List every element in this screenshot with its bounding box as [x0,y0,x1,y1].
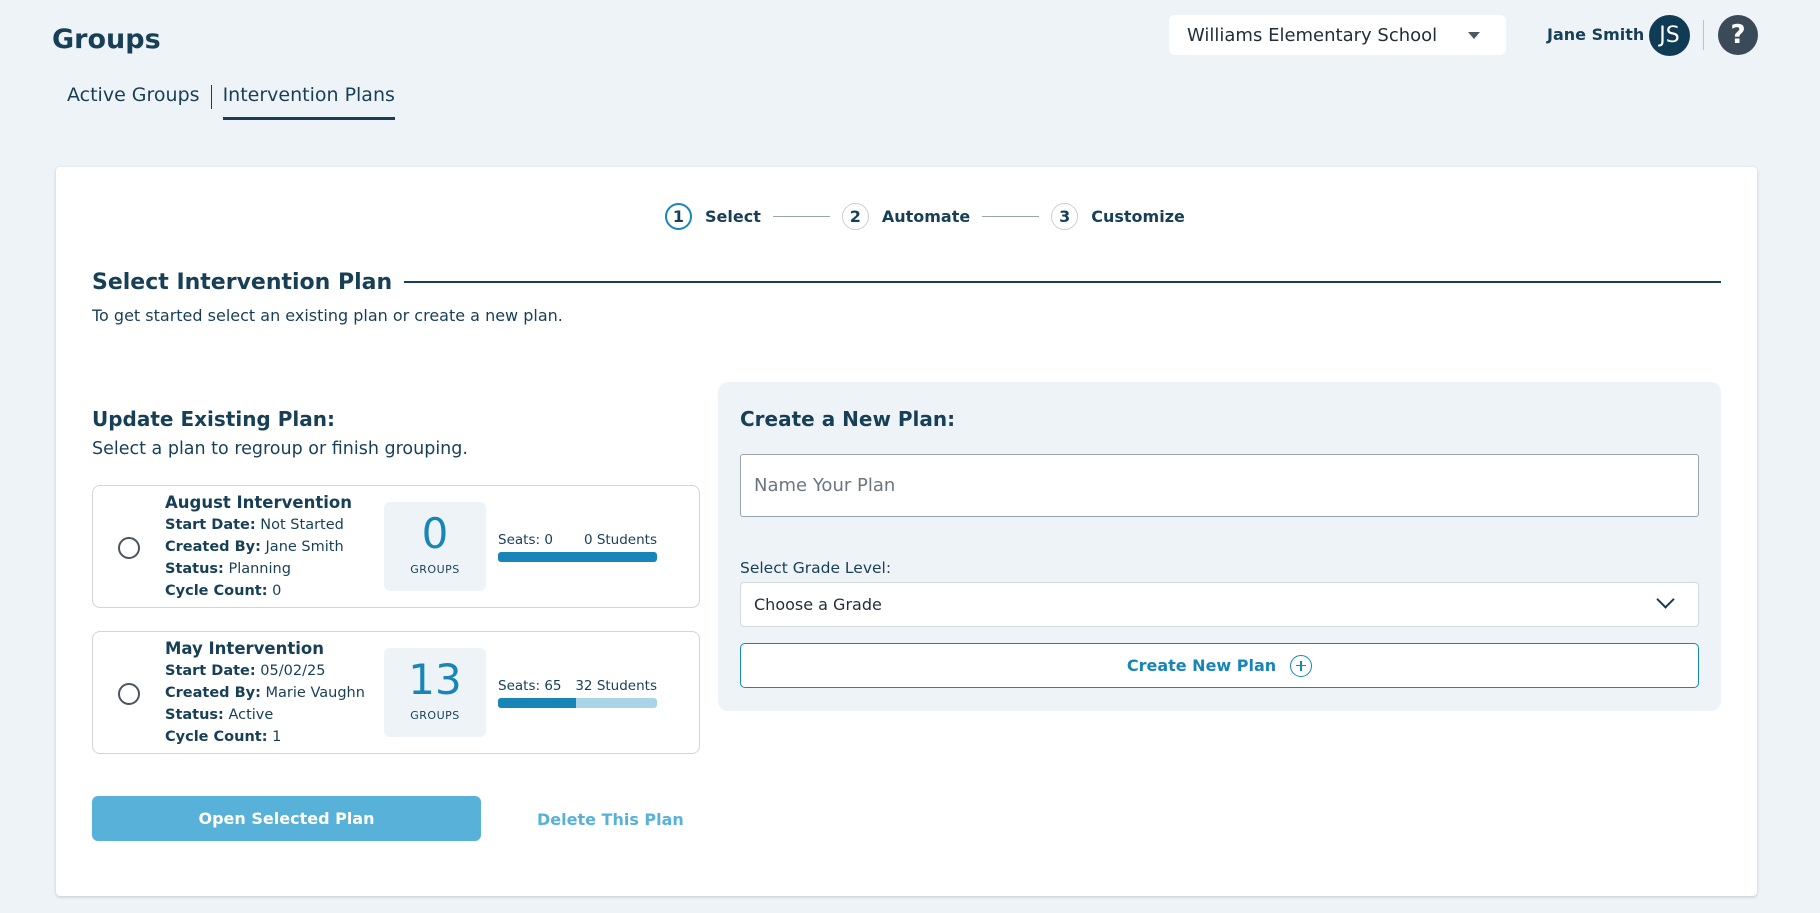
plan-field-value: Active [228,707,274,723]
plan-card-may[interactable]: May Intervention Start Date: 05/02/25 Cr… [92,631,700,754]
plan-info: August Intervention Start Date: Not Star… [165,492,352,602]
step-connector [772,216,830,217]
plan-field-value: 05/02/25 [260,663,326,679]
seats-progress-bar [498,698,657,708]
plan-field-label: Start Date: [165,517,256,533]
step-number: 3 [1051,203,1079,230]
groups-count-box: 0 GROUPS [384,502,486,591]
update-plan-description: Select a plan to regroup or finish group… [92,439,468,459]
plan-field-value: Jane Smith [265,539,344,555]
groups-label: GROUPS [410,709,460,722]
tab-intervention-plans[interactable]: Intervention Plans [222,84,396,120]
seats-progress-fill [498,698,576,708]
school-select[interactable]: Williams Elementary School [1169,15,1506,55]
plan-cycle-count: Cycle Count: 1 [165,726,365,748]
plan-start-date: Start Date: Not Started [165,514,352,536]
tab-bar: Active Groups Intervention Plans [67,84,396,120]
seats-progress-bar [498,552,657,562]
main-card: 1 Select 2 Automate 3 Customize Select I… [56,167,1757,896]
plan-field-label: Start Date: [165,663,256,679]
create-new-plan-button[interactable]: Create New Plan [740,643,1699,688]
plan-field-label: Created By: [165,685,261,701]
user-name[interactable]: Jane Smith [1547,25,1644,44]
header-divider [1703,20,1704,50]
step-label: Automate [881,207,971,226]
plan-field-value: 1 [272,729,282,745]
create-plan-panel: Create a New Plan: Select Grade Level: C… [718,382,1721,711]
plan-radio[interactable] [118,537,140,559]
step-number: 2 [841,203,869,230]
caret-down-icon [1468,32,1480,39]
seats-summary: Seats: 65 32 Students [498,678,657,708]
plan-name-input[interactable] [740,454,1699,517]
plan-field-label: Created By: [165,539,261,555]
chevron-down-icon [1656,590,1675,609]
seats-count: Seats: 0 [498,532,553,548]
tab-separator [210,85,212,109]
students-count: 32 Students [575,678,657,694]
plan-info: May Intervention Start Date: 05/02/25 Cr… [165,638,365,748]
step-select: 1 Select [665,203,761,230]
section-description: To get started select an existing plan o… [92,306,563,325]
step-customize: 3 Customize [1051,203,1185,230]
page-title: Groups [52,24,161,55]
avatar[interactable]: JS [1649,15,1690,56]
create-button-label: Create New Plan [1126,656,1277,675]
stepper: 1 Select 2 Automate 3 Customize [665,203,1185,230]
tab-active-groups[interactable]: Active Groups [67,84,200,120]
step-automate: 2 Automate [841,203,971,230]
section-title: Select Intervention Plan [92,270,405,295]
plan-name: August Intervention [165,493,352,512]
groups-count: 0 [421,509,449,558]
step-label: Customize [1091,207,1185,226]
seats-progress-fill [498,552,657,562]
help-icon[interactable]: ? [1718,15,1758,55]
plan-cycle-count: Cycle Count: 0 [165,580,352,602]
school-select-value: Williams Elementary School [1187,24,1438,46]
grade-level-label: Select Grade Level: [740,559,892,577]
plan-card-august[interactable]: August Intervention Start Date: Not Star… [92,485,700,608]
create-plan-title: Create a New Plan: [740,407,956,431]
plan-name: May Intervention [165,639,324,658]
plan-status: Status: Planning [165,558,352,580]
seats-count: Seats: 65 [498,678,562,694]
plan-field-label: Cycle Count: [165,583,268,599]
groups-count: 13 [408,655,462,704]
grade-level-select[interactable]: Choose a Grade [740,582,1699,627]
step-connector [982,216,1040,217]
plan-field-value: Planning [228,561,291,577]
open-selected-plan-button[interactable]: Open Selected Plan [92,796,481,841]
step-label: Select [705,207,761,226]
plan-field-value: Marie Vaughn [265,685,365,701]
seats-summary: Seats: 0 0 Students [498,532,657,562]
update-plan-title: Update Existing Plan: [92,407,335,431]
plan-field-label: Status: [165,561,224,577]
groups-label: GROUPS [410,563,460,576]
plan-field-label: Status: [165,707,224,723]
groups-count-box: 13 GROUPS [384,648,486,737]
plan-radio[interactable] [118,683,140,705]
step-number: 1 [665,203,692,230]
plan-field-value: 0 [272,583,282,599]
grade-select-value: Choose a Grade [754,595,882,614]
plan-start-date: Start Date: 05/02/25 [165,660,365,682]
students-count: 0 Students [583,532,657,548]
delete-plan-link[interactable]: Delete This Plan [537,810,684,829]
plan-created-by: Created By: Jane Smith [165,536,352,558]
plan-status: Status: Active [165,704,365,726]
plan-created-by: Created By: Marie Vaughn [165,682,365,704]
plan-field-label: Cycle Count: [165,729,268,745]
plan-field-value: Not Started [260,517,344,533]
plus-circle-icon [1290,654,1313,677]
